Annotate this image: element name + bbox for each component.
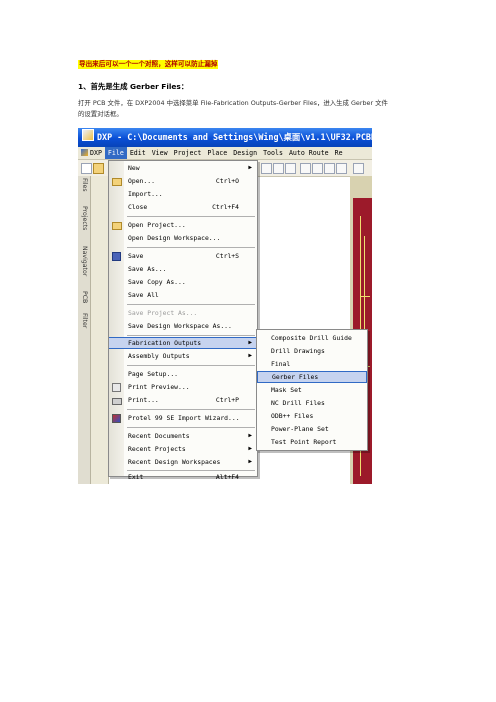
menu-separator — [127, 409, 255, 410]
toolbar-icon-a[interactable] — [261, 163, 272, 174]
menu-item-save[interactable]: Save Ctrl+S — [109, 250, 257, 262]
open-folder-icon — [112, 178, 122, 186]
submenu-arrow-icon: ▶ — [248, 164, 252, 171]
submenu-item-mask-set[interactable]: Mask Set — [257, 384, 367, 396]
pcb-trace — [360, 296, 370, 297]
menu-item-save-all[interactable]: Save All — [109, 289, 257, 301]
submenu-item-gerber-files[interactable]: Gerber Files — [257, 371, 367, 383]
panel-tab-strip: Files Projects Navigator PCB Filter — [78, 176, 91, 484]
toolbar-icon-e[interactable] — [336, 163, 347, 174]
menu-separator — [127, 216, 255, 217]
menu-item-recent-projects[interactable]: Recent Projects ▶ — [109, 443, 257, 455]
menu-item-print[interactable]: Print... Ctrl+P — [109, 394, 257, 406]
menu-item-open-project[interactable]: Open Project... — [109, 219, 257, 231]
menu-item-print-preview[interactable]: Print Preview... — [109, 381, 257, 393]
tab-files[interactable]: Files — [79, 178, 89, 192]
print-preview-icon — [112, 383, 121, 392]
menu-item-save-copy-as[interactable]: Save Copy As... — [109, 276, 257, 288]
submenu-item-final[interactable]: Final — [257, 358, 367, 370]
menu-item-save-as[interactable]: Save As... — [109, 263, 257, 275]
submenu-arrow-icon: ▶ — [248, 458, 252, 465]
toolbar-icon-c[interactable] — [285, 163, 296, 174]
printer-icon — [112, 398, 122, 405]
menu-item-page-setup[interactable]: Page Setup... — [109, 368, 257, 380]
tab-projects[interactable]: Projects — [79, 206, 89, 230]
submenu-arrow-icon: ▶ — [248, 339, 252, 346]
menu-separator — [127, 365, 255, 366]
menu-item-save-project-as: Save Project As... — [128, 309, 198, 317]
submenu-item-drill-drawings[interactable]: Drill Drawings — [257, 345, 367, 357]
open-project-icon — [112, 222, 122, 230]
submenu-item-power-plane-set[interactable]: Power-Plane Set — [257, 423, 367, 435]
tab-pcb[interactable]: PCB — [79, 291, 89, 303]
menu-tools[interactable]: Tools — [260, 147, 286, 159]
menu-item-new[interactable]: New ▶ — [109, 162, 257, 174]
menu-place[interactable]: Place — [204, 147, 230, 159]
menu-item-recent-workspaces[interactable]: Recent Design Workspaces ▶ — [109, 456, 257, 468]
menu-project[interactable]: Project — [171, 147, 205, 159]
menu-edit[interactable]: Edit — [127, 147, 149, 159]
left-panel: Files Projects Navigator PCB Filter — [78, 176, 109, 484]
open-folder-icon[interactable] — [93, 163, 104, 174]
paragraph-line-2: 的设置对话框。 — [78, 110, 123, 118]
crosshair-icon[interactable] — [312, 163, 323, 174]
menu-separator — [127, 427, 255, 428]
tab-navigator[interactable]: Navigator — [79, 246, 89, 276]
menu-auto-route[interactable]: Auto Route — [286, 147, 332, 159]
menu-item-assembly-outputs[interactable]: Assembly Outputs ▶ — [109, 350, 257, 362]
menu-separator — [127, 247, 255, 248]
move-icon[interactable] — [324, 163, 335, 174]
protel-wizard-icon — [112, 414, 121, 423]
submenu-arrow-icon: ▶ — [248, 432, 252, 439]
dxp-screenshot: DXP - C:\Documents and Settings\Wing\桌面\… — [78, 128, 372, 484]
undo-icon[interactable] — [353, 163, 364, 174]
menu-re[interactable]: Re — [332, 147, 346, 159]
menu-file[interactable]: File — [104, 147, 127, 159]
dxp-app-icon — [82, 129, 94, 141]
submenu-arrow-icon: ▶ — [248, 352, 252, 359]
menu-view[interactable]: View — [149, 147, 171, 159]
menu-item-open-workspace[interactable]: Open Design Workspace... — [109, 232, 257, 244]
menu-item-recent-documents[interactable]: Recent Documents ▶ — [109, 430, 257, 442]
toolbar-icon-d[interactable] — [300, 163, 311, 174]
menu-item-protel99-import[interactable]: Protel 99 SE Import Wizard... — [109, 412, 257, 424]
submenu-item-odb-files[interactable]: ODB++ Files — [257, 410, 367, 422]
section-heading: 1、首先是生成 Gerber Files： — [78, 82, 189, 91]
window-titlebar: DXP - C:\Documents and Settings\Wing\桌面\… — [78, 128, 372, 147]
menu-separator — [127, 335, 255, 336]
save-icon — [112, 252, 121, 261]
highlighted-note: 导出来后可以一个一个对照，这样可以防止漏掉 — [78, 60, 219, 69]
new-document-icon[interactable] — [81, 163, 92, 174]
submenu-item-test-point-report[interactable]: Test Point Report — [257, 436, 367, 448]
paragraph-line-1: 打开 PCB 文件，在 DXP2004 中选择菜单 File-Fabricati… — [78, 99, 388, 107]
file-menu: New ▶ Open... Ctrl+O Import... Close Ctrl+F… — [108, 160, 258, 481]
submenu-item-composite-drill-guide[interactable]: Composite Drill Guide — [257, 332, 367, 344]
menu-bar: DXP File Edit View Project Place Design Tools Au… — [78, 147, 372, 160]
toolbar-icon-b[interactable] — [273, 163, 284, 174]
window-title: DXP - C:\Documents and Settings\Wing\桌面\… — [97, 132, 372, 142]
menu-design[interactable]: Design — [230, 147, 260, 159]
menu-item-close[interactable]: Close Ctrl+F4 — [109, 201, 257, 213]
menu-item-save-workspace-as[interactable]: Save Design Workspace As... — [109, 320, 257, 332]
menu-item-open[interactable]: Open... Ctrl+O — [109, 175, 257, 187]
menu-item-fabrication-outputs[interactable]: Fabrication Outputs ▶ — [109, 337, 257, 349]
tab-filter[interactable]: Filter — [79, 313, 89, 328]
menu-separator — [127, 304, 255, 305]
fabrication-outputs-submenu: Composite Drill Guide Drill Drawings Fin… — [256, 329, 368, 451]
submenu-arrow-icon: ▶ — [248, 445, 252, 452]
menu-item-exit[interactable]: Exit Alt+F4 — [109, 472, 257, 481]
menu-item-import[interactable]: Import... — [109, 188, 257, 200]
submenu-item-nc-drill-files[interactable]: NC Drill Files — [257, 397, 367, 409]
menu-dxp[interactable]: DXP — [78, 147, 105, 159]
